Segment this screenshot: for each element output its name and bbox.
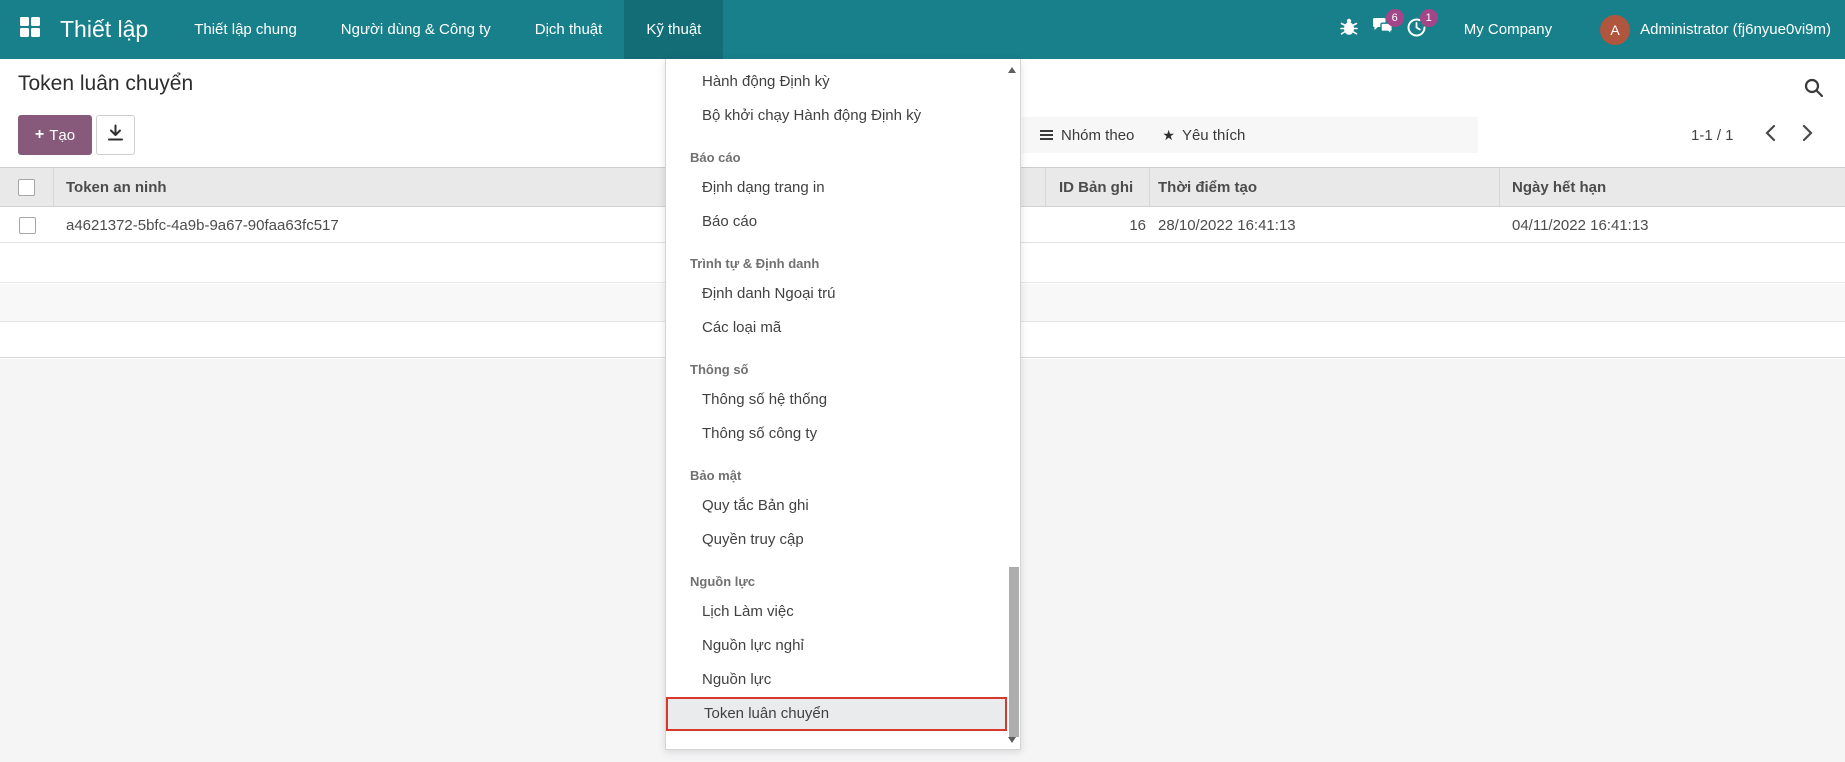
menu-item-7[interactable]: Các loại mã xyxy=(666,311,1007,345)
menu-item-6[interactable]: Định danh Ngoại trú xyxy=(666,277,1007,311)
activities-button[interactable]: 1 xyxy=(1400,0,1434,59)
activities-badge: 1 xyxy=(1420,9,1438,27)
top-menu: Thiết lập chungNgười dùng & Công tyDịch … xyxy=(172,0,723,59)
column-header-created[interactable]: Thời điểm tạo xyxy=(1150,168,1500,206)
menu-item-9[interactable]: Thông số hệ thống xyxy=(666,383,1007,417)
pager-previous-button[interactable] xyxy=(1756,117,1784,153)
menu-section-11: Bảo mật xyxy=(666,463,1007,489)
menu-item-16[interactable]: Nguồn lực nghỉ xyxy=(666,629,1007,663)
menu-item-4[interactable]: Báo cáo xyxy=(666,205,1007,239)
navbar-right: 6 1 My Company A Administrator (fj6nyue0… xyxy=(1332,0,1831,59)
menu-item-3[interactable]: Định dạng trang in xyxy=(666,171,1007,205)
column-header-expiry[interactable]: Ngày hết hạn xyxy=(1500,168,1845,206)
cell-created: 28/10/2022 16:41:13 xyxy=(1150,208,1500,242)
menu-item-0[interactable]: Hành động Định kỳ xyxy=(666,65,1007,99)
menu-section-5: Trình tự & Định danh xyxy=(666,251,1007,277)
apps-grid-icon xyxy=(18,15,42,44)
user-menu[interactable]: A Administrator (fj6nyue0vi9m) xyxy=(1600,15,1831,45)
pager-range: 1-1 / 1 xyxy=(1691,117,1734,153)
scrollbar-up-arrow-icon[interactable] xyxy=(1008,67,1016,73)
debug-button[interactable] xyxy=(1332,0,1366,59)
favorites-label: Yêu thích xyxy=(1182,127,1245,144)
menu-section-2: Báo cáo xyxy=(666,145,1007,171)
create-button-label: Tạo xyxy=(49,127,75,144)
favorites-button[interactable]: ★ Yêu thích xyxy=(1152,117,1255,153)
menu-item-18-highlighted[interactable]: Token luân chuyển xyxy=(666,697,1007,731)
export-button[interactable] xyxy=(96,115,135,155)
menu-item-12[interactable]: Quy tắc Bản ghi xyxy=(666,489,1007,523)
page-title: Token luân chuyển xyxy=(18,72,193,96)
row-select-cell xyxy=(0,208,54,242)
nav-item-0[interactable]: Thiết lập chung xyxy=(172,0,319,59)
cell-record-id: 16 xyxy=(1046,208,1150,242)
nav-item-1[interactable]: Người dùng & Công ty xyxy=(319,0,513,59)
group-by-icon xyxy=(1040,129,1054,141)
nav-item-2[interactable]: Dịch thuật xyxy=(513,0,625,59)
select-all-cell xyxy=(0,168,54,206)
menu-section-8: Thông số xyxy=(666,357,1007,383)
cell-expiry: 04/11/2022 16:41:13 xyxy=(1500,208,1845,242)
group-by-button[interactable]: Nhóm theo xyxy=(1030,117,1144,153)
menu-item-15[interactable]: Lịch Làm việc xyxy=(666,595,1007,629)
scrollbar-thumb[interactable] xyxy=(1009,567,1019,737)
star-icon: ★ xyxy=(1162,127,1175,144)
download-icon xyxy=(106,123,125,147)
chevron-right-icon xyxy=(1802,124,1813,147)
avatar: A xyxy=(1600,15,1630,45)
dropdown-list: Hành động Định kỳBộ khởi chạy Hành động … xyxy=(666,65,1007,731)
select-all-checkbox[interactable] xyxy=(18,179,35,196)
chevron-left-icon xyxy=(1765,124,1776,147)
plus-icon: + xyxy=(35,126,44,144)
app-title[interactable]: Thiết lập xyxy=(42,0,148,59)
user-name: Administrator (fj6nyue0vi9m) xyxy=(1640,21,1831,38)
nav-item-3[interactable]: Kỹ thuật xyxy=(624,0,723,59)
group-by-label: Nhóm theo xyxy=(1061,127,1134,144)
search-icon[interactable] xyxy=(1803,77,1825,104)
bug-icon xyxy=(1339,17,1359,42)
pager-next-button[interactable] xyxy=(1793,117,1821,153)
menu-section-14: Nguồn lực xyxy=(666,569,1007,595)
scrollbar-down-arrow-icon[interactable] xyxy=(1008,737,1016,743)
menu-item-10[interactable]: Thông số công ty xyxy=(666,417,1007,451)
technical-dropdown-menu: Hành động Định kỳBộ khởi chạy Hành động … xyxy=(665,59,1021,750)
company-switcher[interactable]: My Company xyxy=(1464,21,1552,38)
search-options-bar: Nhóm theo ★ Yêu thích xyxy=(1022,117,1478,153)
menu-item-1[interactable]: Bộ khởi chạy Hành động Định kỳ xyxy=(666,99,1007,133)
row-checkbox[interactable] xyxy=(19,217,36,234)
apps-menu-button[interactable] xyxy=(0,0,42,59)
messages-button[interactable]: 6 xyxy=(1366,0,1400,59)
app-window: Thiết lập Thiết lập chungNgười dùng & Cô… xyxy=(0,0,1845,762)
column-header-record-id[interactable]: ID Bản ghi xyxy=(1046,168,1150,206)
navbar: Thiết lập Thiết lập chungNgười dùng & Cô… xyxy=(0,0,1845,59)
create-button[interactable]: + Tạo xyxy=(18,115,92,155)
menu-item-13[interactable]: Quyền truy cập xyxy=(666,523,1007,557)
menu-item-17[interactable]: Nguồn lực xyxy=(666,663,1007,697)
